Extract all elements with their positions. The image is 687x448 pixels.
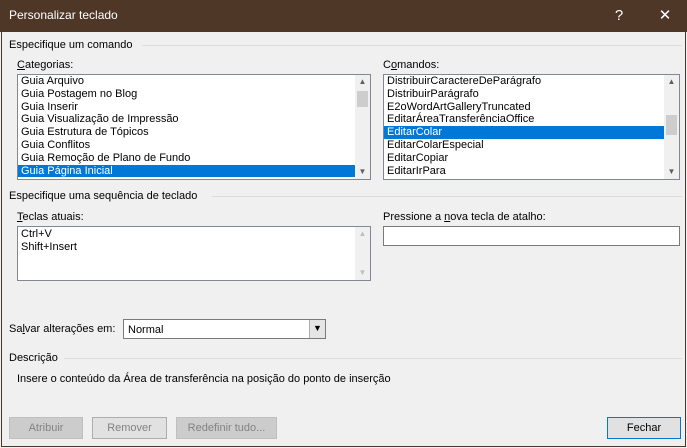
categories-scrollbar[interactable]: ▲ ▼ [355, 75, 370, 179]
command-item[interactable]: EditarColar [384, 126, 664, 139]
scroll-up-icon[interactable]: ▲ [664, 75, 679, 89]
command-item[interactable]: EditarColarEspecial [384, 139, 664, 152]
command-item[interactable]: DistribuirCaractereDeParágrafo [384, 75, 664, 88]
scroll-thumb[interactable] [666, 115, 677, 135]
window-title: Personalizar teclado [9, 8, 118, 22]
categories-label: Categorias: [17, 59, 74, 71]
command-group-label: Especifique um comando [9, 39, 133, 51]
assign-button[interactable]: Atribuir [9, 417, 83, 439]
category-item[interactable]: Guia Postagem no Blog [18, 88, 355, 101]
command-item[interactable]: EditarIrPara [384, 165, 664, 178]
separator [142, 45, 682, 46]
current-key-item[interactable]: Shift+Insert [18, 241, 355, 254]
scroll-down-icon[interactable]: ▼ [355, 165, 370, 179]
category-item[interactable]: Guia Remoção de Plano de Fundo [18, 152, 355, 165]
scroll-up-icon[interactable]: ▲ [355, 75, 370, 89]
commands-label: Comandos: [383, 59, 440, 71]
category-item[interactable]: Guia Estrutura de Tópicos [18, 126, 355, 139]
close-button[interactable]: Fechar [607, 417, 681, 439]
shortcut-group-label: Especifique uma sequência de teclado [9, 190, 198, 202]
remove-button[interactable]: Remover [92, 417, 167, 439]
description-label: Descrição [9, 352, 58, 364]
category-item[interactable]: Guia Visualização de Impressão [18, 113, 355, 126]
title-bar: Personalizar teclado ? ✕ [0, 0, 687, 32]
scroll-up-icon: ▲ [358, 229, 367, 238]
current-keys-list[interactable]: Ctrl+V Shift+Insert ▲ ▼ [17, 226, 371, 281]
scroll-thumb[interactable] [357, 91, 368, 107]
commands-list[interactable]: DistribuirCaractereDeParágrafo Distribuir… [383, 74, 680, 180]
help-button[interactable]: ? [599, 0, 639, 32]
save-in-value: Normal [128, 324, 164, 336]
categories-list[interactable]: Guia Arquivo Guia Postagem no Blog Guia In… [17, 74, 371, 180]
separator [212, 196, 682, 197]
description-text: Insere o conteúdo da Área de transferênc… [17, 373, 391, 385]
close-window-button[interactable]: ✕ [645, 0, 685, 32]
command-item[interactable]: DistribuirParágrafo [384, 88, 664, 101]
category-item[interactable]: Guia Arquivo [18, 75, 355, 88]
category-item[interactable]: Guia Inserir [18, 101, 355, 114]
separator [64, 358, 682, 359]
new-key-label: Pressione a nova tecla de atalho: [383, 211, 546, 223]
save-in-select[interactable]: Normal ▼ [123, 319, 326, 339]
new-shortcut-input[interactable] [383, 226, 680, 246]
chevron-down-icon[interactable]: ▼ [309, 320, 325, 338]
command-item[interactable]: EditarCopiar [384, 152, 664, 165]
scroll-down-icon[interactable]: ▼ [664, 165, 679, 179]
customize-keyboard-dialog: Especifique um comando Categorias: Guia … [1, 32, 686, 447]
save-in-label: Salvar alterações em: [9, 323, 116, 335]
current-keys-scrollbar: ▲ ▼ [355, 227, 370, 280]
command-item[interactable]: E2oWordArtGalleryTruncated [384, 101, 664, 114]
commands-scrollbar[interactable]: ▲ ▼ [664, 75, 679, 179]
category-item[interactable]: Guia Conflitos [18, 139, 355, 152]
category-item[interactable]: Guia Página Inicial [18, 164, 355, 178]
scroll-down-icon: ▼ [358, 268, 367, 277]
command-item[interactable]: EditarÁreaTransferênciaOffice [384, 113, 664, 126]
current-keys-label: Teclas atuais: [17, 211, 84, 223]
reset-all-button[interactable]: Redefinir tudo... [176, 417, 277, 439]
current-key-item[interactable]: Ctrl+V [18, 228, 355, 241]
